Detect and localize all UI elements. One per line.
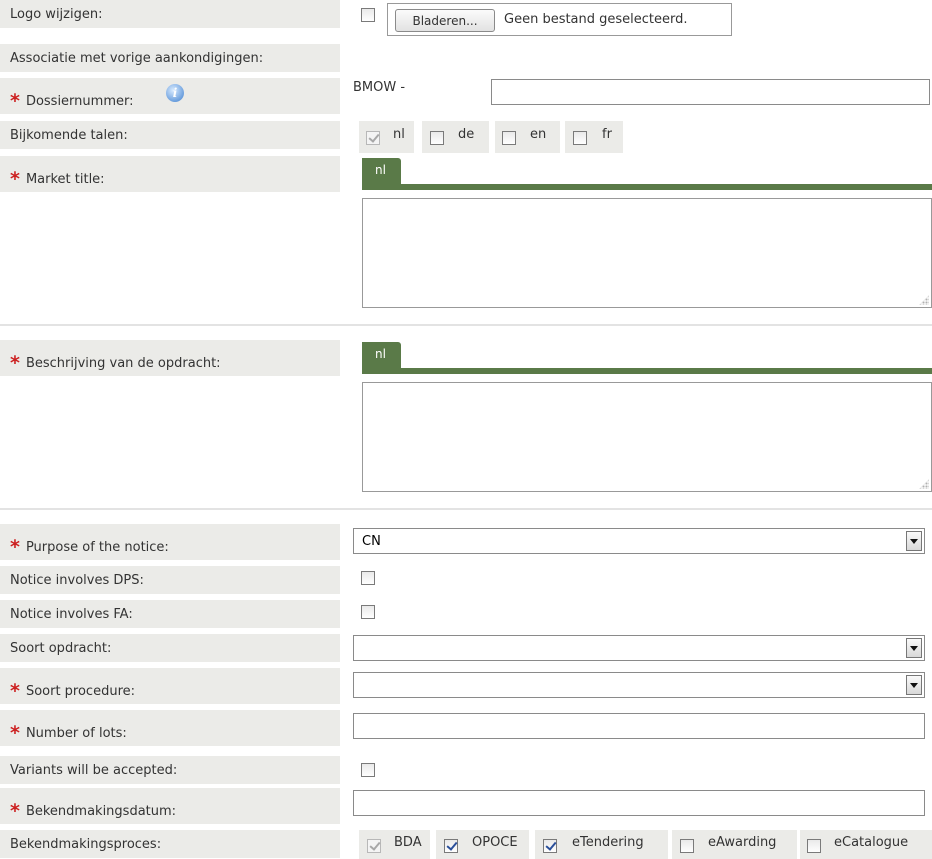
description-textarea[interactable] <box>362 382 932 492</box>
market-title-textarea[interactable] <box>362 198 932 308</box>
lots-label: * Number of lots: <box>0 710 340 746</box>
chevron-down-icon[interactable] <box>906 531 922 551</box>
required-star: * <box>10 168 20 190</box>
language-checkbox-fr[interactable] <box>573 131 587 145</box>
dossier-number-input[interactable] <box>491 79 930 105</box>
process-checkbox-etendering[interactable] <box>543 839 557 853</box>
chevron-down-icon[interactable] <box>906 638 922 658</box>
section-divider <box>0 508 932 510</box>
dps-checkbox[interactable] <box>361 571 375 585</box>
process-label-eawarding: eAwarding <box>708 835 777 850</box>
file-upload-box: Bladeren... Geen bestand geselecteerd. <box>387 3 732 36</box>
language-checkbox-de[interactable] <box>430 131 444 145</box>
language-label-nl: nl <box>393 127 405 142</box>
tab-description-nl[interactable]: nl <box>362 342 401 369</box>
description-label-text: Beschrijving van de opdracht: <box>25 356 221 371</box>
required-star: * <box>10 800 20 822</box>
required-star: * <box>10 680 20 702</box>
lots-label-text: Number of lots: <box>25 726 127 741</box>
logo-checkbox[interactable] <box>361 8 375 22</box>
purpose-select[interactable]: CN <box>353 528 925 554</box>
language-checkbox-en[interactable] <box>502 131 516 145</box>
publication-date-label-text: Bekendmakingsdatum: <box>25 804 177 819</box>
variants-checkbox[interactable] <box>361 763 375 777</box>
process-label-etendering: eTendering <box>572 835 644 850</box>
logo-label-text: Logo wijzigen: <box>10 6 103 22</box>
purpose-label-text: Purpose of the notice: <box>25 540 169 555</box>
chevron-down-icon[interactable] <box>906 675 922 695</box>
languages-label-text: Bijkomende talen: <box>10 127 128 143</box>
market-title-label: * Market title: <box>0 156 340 192</box>
process-label-ecatalogue: eCatalogue <box>834 835 909 850</box>
procedure-type-select[interactable] <box>353 672 925 698</box>
language-label-de: de <box>458 127 475 142</box>
contract-type-label-text: Soort opdracht: <box>10 640 112 656</box>
dossier-prefix: BMOW - <box>353 80 406 95</box>
required-star: * <box>10 536 20 558</box>
procedure-type-label-text: Soort procedure: <box>25 684 136 699</box>
dossier-label-text: Dossiernummer: <box>25 94 134 109</box>
description-label: * Beschrijving van de opdracht: <box>0 340 340 376</box>
section-divider <box>0 324 932 326</box>
publication-date-input[interactable] <box>353 790 925 816</box>
dps-label: Notice involves DPS: <box>0 566 340 594</box>
procedure-type-label: * Soort procedure: <box>0 668 340 704</box>
purpose-selected-value: CN <box>362 533 381 549</box>
market-title-label-text: Market title: <box>25 172 105 187</box>
dps-label-text: Notice involves DPS: <box>10 572 144 588</box>
tab-underline <box>362 184 932 190</box>
fa-label: Notice involves FA: <box>0 600 340 628</box>
process-checkbox-eawarding[interactable] <box>680 839 694 853</box>
tab-market-title-nl[interactable]: nl <box>362 158 401 185</box>
language-label-fr: fr <box>602 127 612 142</box>
required-star: * <box>10 722 20 744</box>
contract-type-select[interactable] <box>353 635 925 661</box>
process-checkbox-bda[interactable] <box>367 839 381 853</box>
fa-label-text: Notice involves FA: <box>10 606 133 622</box>
resize-grip-icon[interactable] <box>919 479 929 489</box>
process-label-bda: BDA <box>394 835 422 850</box>
tab-underline <box>362 368 932 374</box>
variants-label: Variants will be accepted: <box>0 756 340 784</box>
language-label-en: en <box>530 127 547 142</box>
purpose-label: * Purpose of the notice: <box>0 524 340 560</box>
browse-button[interactable]: Bladeren... <box>395 9 495 32</box>
file-status: Geen bestand geselecteerd. <box>504 12 688 27</box>
association-label-text: Associatie met vorige aankondigingen: <box>10 50 264 66</box>
association-label: Associatie met vorige aankondigingen: <box>0 44 340 72</box>
contract-type-label: Soort opdracht: <box>0 634 340 662</box>
publication-process-label: Bekendmakingsproces: <box>0 830 340 858</box>
publication-date-label: * Bekendmakingsdatum: <box>0 788 340 824</box>
process-checkbox-opoce[interactable] <box>444 839 458 853</box>
required-star: * <box>10 352 20 374</box>
language-checkbox-nl[interactable] <box>366 131 380 145</box>
info-icon[interactable]: i <box>166 84 184 102</box>
process-checkbox-ecatalogue[interactable] <box>807 839 821 853</box>
variants-label-text: Variants will be accepted: <box>10 762 178 778</box>
resize-grip-icon[interactable] <box>919 295 929 305</box>
required-star: * <box>10 90 20 112</box>
publication-process-label-text: Bekendmakingsproces: <box>10 836 162 852</box>
languages-label: Bijkomende talen: <box>0 121 340 149</box>
fa-checkbox[interactable] <box>361 605 375 619</box>
lots-input[interactable] <box>353 713 925 739</box>
process-label-opoce: OPOCE <box>472 835 518 850</box>
logo-label: Logo wijzigen: <box>0 0 340 28</box>
